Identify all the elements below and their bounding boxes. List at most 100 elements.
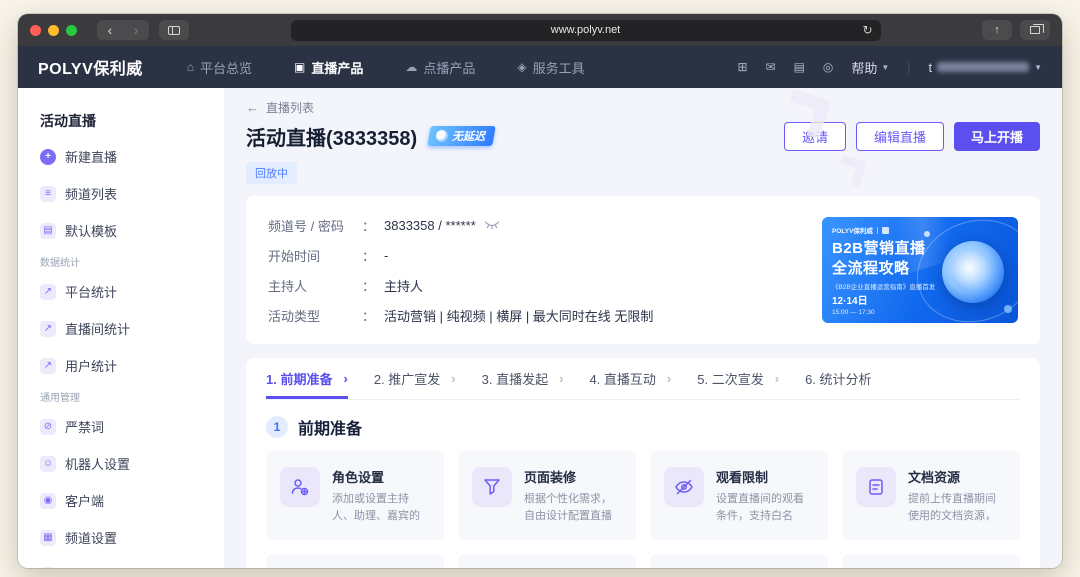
robot-icon: ☺ <box>40 456 56 472</box>
nav-vod-products[interactable]: ☁ 点播产品 <box>405 58 475 77</box>
sidebar-item-robot-settings[interactable]: ☺ 机器人设置 <box>40 445 224 482</box>
sidebar-item-user-stats[interactable]: ↗ 用户统计 <box>40 347 224 384</box>
sidebar-item-default-template[interactable]: ▤ 默认模板 <box>40 212 224 249</box>
tab-analytics[interactable]: 6. 统计分析 <box>805 358 871 399</box>
card-chatroom-settings[interactable]: 聊天室设置 <box>458 554 636 568</box>
card-role-settings[interactable]: 角色设置 添加或设置主持人、助理、嘉宾的信息，以及新增助... <box>266 451 444 540</box>
tabs-overview-button[interactable] <box>1020 20 1050 40</box>
template-icon: ▤ <box>40 223 56 239</box>
banner-brand: POLYV保利威 <box>832 225 889 235</box>
user-role-icon <box>280 467 320 507</box>
nav-service-tools[interactable]: ◈ 服务工具 <box>517 58 584 77</box>
sidebar-item-channel-settings[interactable]: ▦ 频道设置 <box>40 519 224 556</box>
sidebar-item-channel-list[interactable]: ≡ 频道列表 <box>40 175 224 212</box>
sidebar-item-client[interactable]: ◉ 客户端 <box>40 482 224 519</box>
promo-banner[interactable]: POLYV保利威 B2B营销直播 全流程攻略 《B2B企业直播运营指南》直播首发… <box>822 217 1018 323</box>
minimize-window-button[interactable] <box>48 25 59 36</box>
top-navbar: POLYV保利威 ⌂ 平台总览 ▣ 直播产品 ☁ 点播产品 ◈ 服务工具 ⊞ ✉… <box>18 46 1062 88</box>
reload-icon[interactable]: ↻ <box>862 23 872 37</box>
address-bar[interactable]: www.polyv.net ↻ <box>291 20 881 41</box>
sidebar-toggle-button[interactable] <box>159 20 189 40</box>
browser-chrome: ‹ › www.polyv.net ↻ ↑ <box>18 14 1062 46</box>
banner-title: B2B营销直播 全流程攻略 <box>832 239 926 278</box>
tab-repromotion[interactable]: 5. 二次宣发 <box>697 358 779 399</box>
sidebar-title: 活动直播 <box>40 104 224 138</box>
username-redacted <box>937 62 1029 72</box>
card-page-embed[interactable]: 页面嵌入 <box>842 554 1020 568</box>
tools-icon: ◈ <box>517 60 526 74</box>
forward-icon[interactable]: › <box>123 20 149 40</box>
help-menu[interactable]: 帮助 ▼ <box>851 58 889 77</box>
cloud-icon: ☁ <box>405 60 417 74</box>
banner-time: 15:00 — 17:30 <box>832 309 875 316</box>
banner-subtitle: 《B2B企业直播运营指南》直播首发 <box>832 281 935 291</box>
eye-off-icon <box>664 467 704 507</box>
sidebar-item-banned-words[interactable]: ⊘ 严禁词 <box>40 408 224 445</box>
start-live-button[interactable]: 马上开播 <box>954 122 1040 151</box>
nav-platform-overview[interactable]: ⌂ 平台总览 <box>187 58 252 77</box>
card-view-restriction[interactable]: 观看限制 设置直播间的观看条件，支持白名单、报名观看、验... <box>650 451 828 540</box>
paint-funnel-icon <box>472 467 512 507</box>
ban-icon: ⊘ <box>40 419 56 435</box>
security-icon[interactable]: ◎ <box>823 60 833 74</box>
account-menu[interactable]: t ▼ <box>928 60 1042 75</box>
zoom-window-button[interactable] <box>66 25 77 36</box>
sidebar-item-footer-settings[interactable]: ▭ 页脚设置 <box>40 556 224 568</box>
nav-live-products[interactable]: ▣ 直播产品 <box>294 58 363 77</box>
rocket-icon <box>436 130 448 142</box>
section-title: 前期准备 <box>298 415 362 439</box>
live-tv-icon: ▣ <box>294 60 305 74</box>
sidebar-group-stats: 数据统计 <box>40 249 224 273</box>
tabs-icon <box>1030 26 1040 34</box>
card-document-resources[interactable]: 文档资源 提前上传直播期间使用的文档资源，减少直播中的失... <box>842 451 1020 540</box>
page-title: 活动直播(3833358) <box>246 122 417 151</box>
sidebar-item-new-live[interactable]: + 新建直播 <box>40 138 224 175</box>
main-content: ← 直播列表 活动直播(3833358) 无延迟 邀请 编辑直播 马上开播 回放… <box>224 88 1062 568</box>
divider: | <box>907 60 910 74</box>
sidebar-item-room-stats[interactable]: ↗ 直播间统计 <box>40 310 224 347</box>
back-arrow-icon: ← <box>246 100 259 115</box>
decor-chevron <box>835 155 868 188</box>
sidebar-item-platform-stats[interactable]: ↗ 平台统计 <box>40 273 224 310</box>
traffic-lights <box>30 25 77 36</box>
feature-grid-row1: 角色设置 添加或设置主持人、助理、嘉宾的信息，以及新增助... 页面装修 根据个… <box>266 451 1020 540</box>
tab-launch[interactable]: 3. 直播发起 <box>482 358 564 399</box>
partner-logo-icon <box>882 227 889 234</box>
tab-promotion[interactable]: 2. 推广宣发 <box>374 358 456 399</box>
sidebar: 活动直播 + 新建直播 ≡ 频道列表 ▤ 默认模板 数据统计 ↗ 平台统计 ↗ … <box>18 88 224 568</box>
share-button[interactable]: ↑ <box>982 20 1012 40</box>
document-icon <box>856 467 896 507</box>
storage-icon[interactable]: ⊞ <box>737 60 747 74</box>
sidebar-icon <box>168 26 180 35</box>
url-text: www.polyv.net <box>551 24 621 36</box>
chrome-right-buttons: ↑ <box>982 20 1050 40</box>
tab-preparation[interactable]: 1. 前期准备 <box>266 358 348 399</box>
back-icon[interactable]: ‹ <box>97 20 123 40</box>
info-row-activity-type: 活动类型 ： 活动营销 | 纯视频 | 横屏 | 最大同时在线 无限制 <box>268 300 822 330</box>
password-visibility-icon[interactable] <box>484 221 500 230</box>
banner-date: 12·14日 <box>832 292 868 307</box>
workflow-card: 1. 前期准备 2. 推广宣发 3. 直播发起 4. 直播互动 5. 二次宣发 … <box>246 358 1040 568</box>
card-page-decoration[interactable]: 页面装修 根据个性化需求，自由设计配置直播间元素。支持自... <box>458 451 636 540</box>
polyv-logo[interactable]: POLYV保利威 <box>38 55 143 79</box>
channel-icon: ▦ <box>40 530 56 546</box>
card-anti-recording[interactable]: 防录屏 <box>266 554 444 568</box>
tab-interaction[interactable]: 4. 直播互动 <box>589 358 671 399</box>
card-watch-page-settings[interactable]: 观看页设置 <box>650 554 828 568</box>
chart-icon: ↗ <box>40 358 56 374</box>
channel-info-card: 频道号 / 密码 ： 3833358 / ****** 开始时间 ： - <box>246 196 1040 344</box>
status-badge: 回放中 <box>246 162 297 184</box>
breadcrumb[interactable]: ← 直播列表 <box>246 98 1040 116</box>
workflow-tabs: 1. 前期准备 2. 推广宣发 3. 直播发起 4. 直播互动 5. 二次宣发 … <box>266 358 1020 400</box>
chart-icon: ↗ <box>40 321 56 337</box>
chevron-down-icon: ▼ <box>881 63 889 72</box>
info-row-host: 主持人 ： 主持人 <box>268 270 822 300</box>
plus-icon: + <box>40 149 56 165</box>
edit-live-button[interactable]: 编辑直播 <box>856 122 944 151</box>
close-window-button[interactable] <box>30 25 41 36</box>
info-row-channel: 频道号 / 密码 ： 3833358 / ****** <box>268 210 822 240</box>
primary-nav: ⌂ 平台总览 ▣ 直播产品 ☁ 点播产品 ◈ 服务工具 <box>187 58 585 77</box>
client-icon: ◉ <box>40 493 56 509</box>
message-icon[interactable]: ✉ <box>766 60 776 74</box>
billing-icon[interactable]: ▤ <box>794 60 805 74</box>
